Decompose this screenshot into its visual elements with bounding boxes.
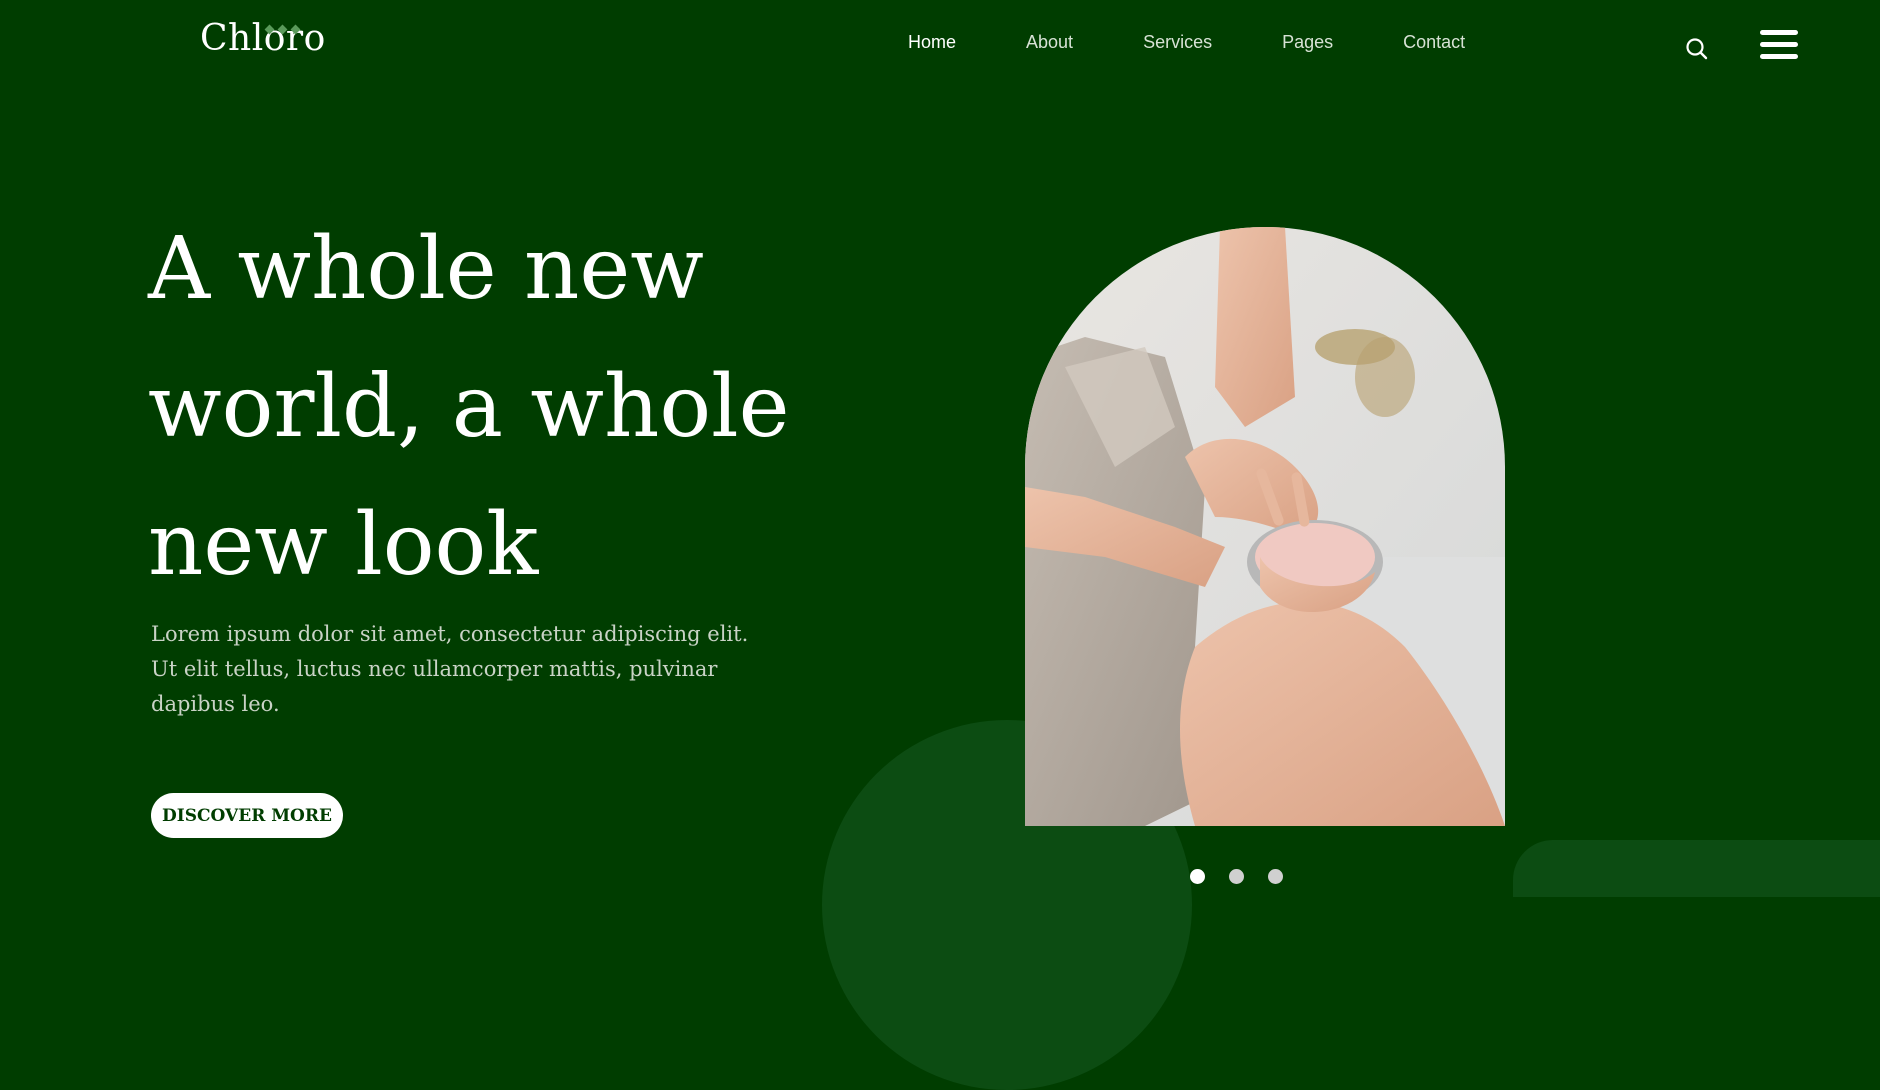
hero-title: A whole new world, a whole new look [148, 219, 790, 595]
logo-dots-icon [264, 24, 301, 35]
hamburger-menu-icon[interactable] [1760, 30, 1798, 60]
nav-item-services[interactable]: Services [1143, 32, 1212, 53]
slider-dot-2[interactable] [1229, 869, 1244, 884]
slider-dot-1[interactable] [1190, 869, 1205, 884]
search-icon[interactable] [1684, 36, 1710, 62]
decorative-shape [1513, 840, 1880, 897]
slider-dot-3[interactable] [1268, 869, 1283, 884]
slider-pagination [1190, 869, 1283, 884]
nav-item-home[interactable]: Home [908, 32, 956, 53]
main-nav: Home About Services Pages Contact [908, 32, 1535, 53]
nav-item-pages[interactable]: Pages [1282, 32, 1333, 53]
brand-logo[interactable]: Chloro [200, 18, 326, 59]
hero-image [1025, 227, 1505, 826]
nav-item-contact[interactable]: Contact [1403, 32, 1465, 53]
discover-more-button[interactable]: DISCOVER MORE [151, 793, 343, 838]
hero-description: Lorem ipsum dolor sit amet, consectetur … [151, 622, 749, 716]
nav-item-about[interactable]: About [1026, 32, 1073, 53]
